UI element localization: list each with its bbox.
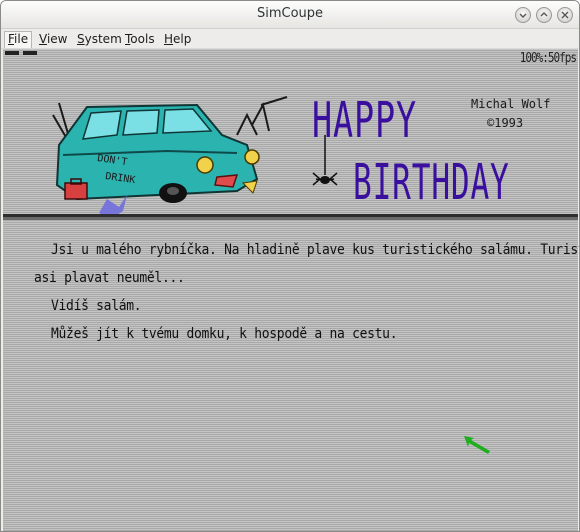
story-line: asi plavat neuměl... [34,269,185,287]
crashed-car-illustration: DON'T DRINK [52,96,288,219]
menu-view-label: iew [46,32,68,46]
birthday-title: BIRTHDAY [353,154,510,211]
story-line: Jsi u malého rybníčka. Na hladině plave … [51,241,580,259]
window-title: SimCoupe [256,6,324,21]
divider-shadow [3,217,578,220]
border-mark [23,51,37,55]
emulator-screen[interactable]: 100%:50fps DON'T DRINK HAPPY BIRTHDAY Mi… [3,49,580,531]
menu-file-label: ile [14,32,29,46]
menu-tools[interactable]: Tools [121,31,159,48]
menu-help[interactable]: Help [160,31,195,48]
maximize-icon [540,12,548,17]
menu-tools-label: ools [130,32,155,46]
speed-indicator: 100%:50fps [519,50,577,66]
story-text: Jsi u malého rybníčka. Na hladině plave … [34,236,580,348]
emulator-window: SimCoupe File View System Tools Help 100… [0,0,580,532]
story-line: Vidíš salám. [51,297,142,315]
title-bar[interactable]: SimCoupe [1,1,579,29]
minimize-button[interactable] [515,7,531,23]
border-mark [5,51,19,55]
menu-bar: File View System Tools Help [1,29,579,49]
close-icon [561,11,569,19]
maximize-button[interactable] [536,7,552,23]
menu-view-mnemonic: V [39,32,47,46]
menu-file[interactable]: File [4,31,33,48]
spider-icon [312,135,338,186]
menu-help-mnemonic: H [164,32,174,46]
menu-system-label: ystem [84,32,122,46]
menu-help-label: elp [173,32,192,46]
copyright-year: ©1993 [487,116,524,130]
menu-system[interactable]: System [73,31,126,48]
menu-system-mnemonic: S [77,32,85,46]
author-credit: Michal Wolf [471,97,551,111]
story-line: Můžeš jít k tvému domku, k hospodě a na … [51,325,398,343]
close-button[interactable] [557,7,573,23]
minimize-icon [519,13,527,18]
arrow-cursor-icon [464,436,490,454]
menu-view[interactable]: View [35,31,71,48]
